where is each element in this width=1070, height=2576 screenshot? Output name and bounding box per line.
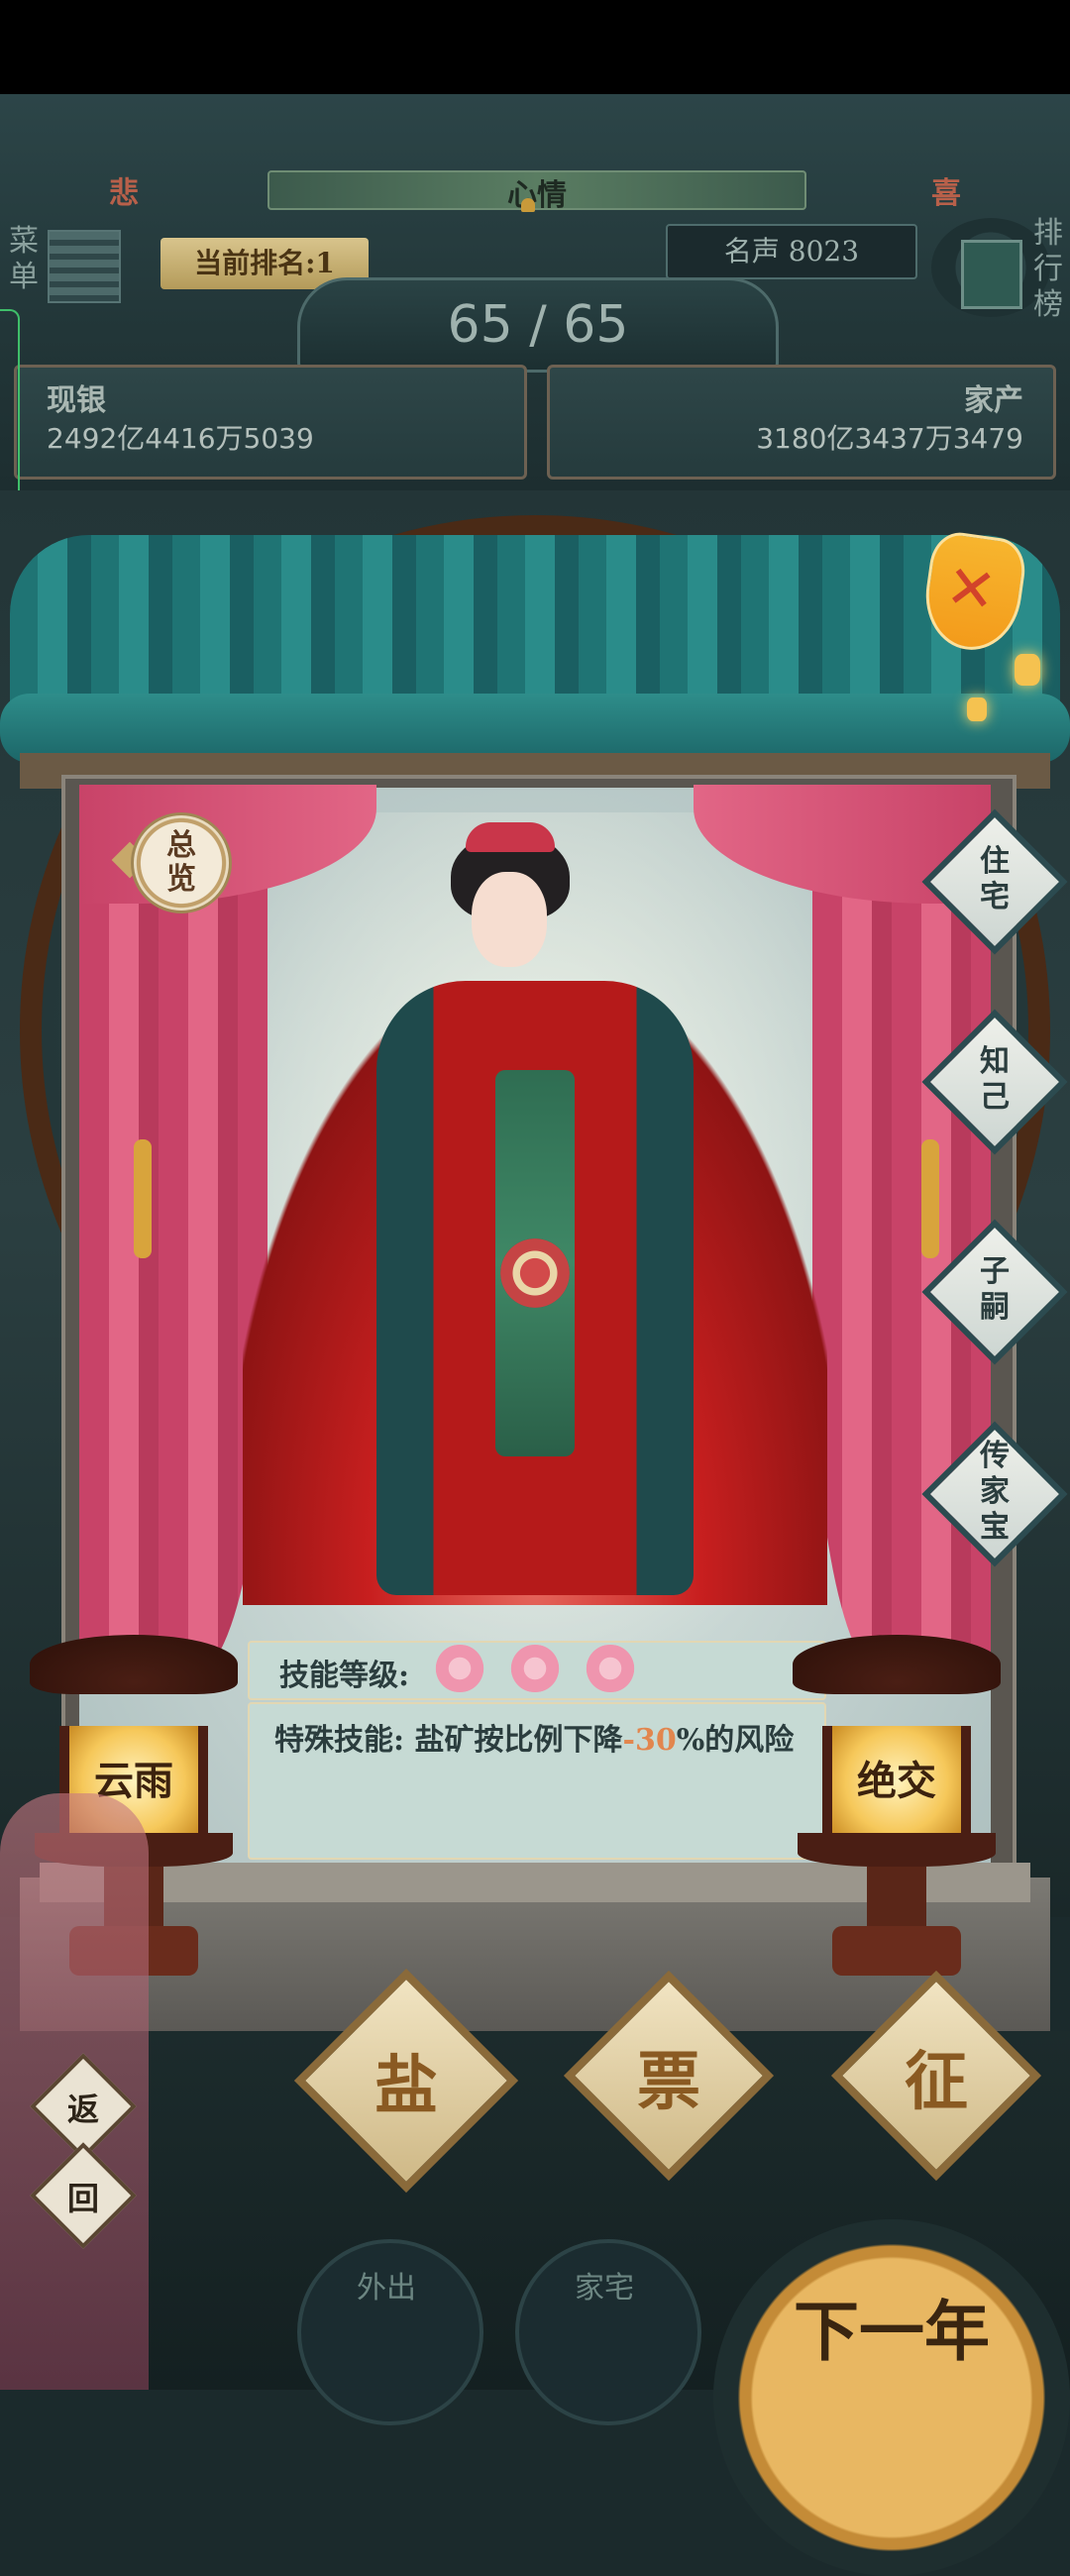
rankboard-label[interactable]: 排行榜 [1028, 216, 1068, 323]
back-label-1: 返 [66, 2091, 99, 2128]
fame-display: 名声 8023 [666, 224, 917, 279]
lantern-foot [832, 1926, 961, 1976]
lantern-cap [30, 1635, 238, 1694]
lantern-base [798, 1833, 996, 1867]
assets-value: 3180亿3437万3479 [756, 422, 1023, 455]
curtain-left [79, 785, 268, 1676]
status-bar [0, 0, 1070, 94]
cash-title: 现银 [47, 383, 106, 418]
levy-label: 征 [905, 2045, 968, 2119]
character-embroidery [500, 1238, 570, 1308]
residence-label: 住宅 [980, 844, 1010, 914]
curtain-tieback [134, 1139, 152, 1258]
mood-bar: 心情 [268, 170, 806, 213]
overview-label: 总览 [166, 828, 196, 897]
heirloom-label: 传家宝 [980, 1439, 1010, 1545]
small-lantern-icon [967, 698, 987, 721]
mood-happy-label: 喜 [931, 176, 961, 211]
character-crown [466, 822, 555, 852]
skill-blossom-icon [507, 1645, 563, 1692]
outing-label: 外出 [357, 2271, 416, 2306]
breakup-button[interactable]: 绝交 [822, 1726, 971, 1837]
menu-label[interactable]: 菜单 [4, 224, 44, 295]
skill-level-label: 技能等级: [279, 1659, 410, 1693]
energy-counter: 65 / 65 [297, 277, 779, 373]
small-lantern-icon [1015, 654, 1040, 686]
cash-value: 2492亿4416万5039 [47, 422, 314, 455]
lantern-post [867, 1867, 926, 1926]
confidant-label: 知己 [980, 1044, 1010, 1115]
menu-icon[interactable] [48, 230, 121, 303]
curtain-tieback [921, 1139, 939, 1258]
offspring-label: 子嗣 [980, 1254, 1010, 1325]
sky-lantern-mark-icon: ✕ [941, 551, 1001, 628]
assets-panel: 家产 3180亿3437万3479 [547, 365, 1056, 480]
mood-label: 心情 [507, 178, 567, 213]
special-skill-value: -30 [622, 1723, 677, 1758]
special-skill-text: 特殊技能: 盐矿按比例下降-30%的风险 [274, 1723, 795, 1758]
skill-blossom-icon [432, 1645, 487, 1692]
rankboard-icon[interactable] [961, 240, 1022, 309]
special-skill-panel: 特殊技能: 盐矿按比例下降-30%的风险 [248, 1702, 826, 1860]
lantern-cap [793, 1635, 1001, 1694]
assets-title: 家产 [964, 383, 1023, 418]
cash-panel: 现银 2492亿4416万5039 [14, 365, 527, 480]
mood-marker-icon [521, 198, 535, 212]
back-label-2: 回 [66, 2180, 99, 2217]
salt-label: 盐 [374, 2049, 438, 2123]
skill-blossom-icon [583, 1645, 638, 1692]
character-face [472, 872, 547, 967]
ticket-label: 票 [637, 2045, 700, 2119]
overview-button[interactable]: 总览 [131, 812, 232, 913]
next-year-button[interactable] [713, 2219, 1070, 2576]
home-label: 家宅 [575, 2271, 634, 2306]
mood-sad-label: 悲 [109, 176, 139, 211]
next-year-label: 下一年 [794, 2293, 990, 2370]
